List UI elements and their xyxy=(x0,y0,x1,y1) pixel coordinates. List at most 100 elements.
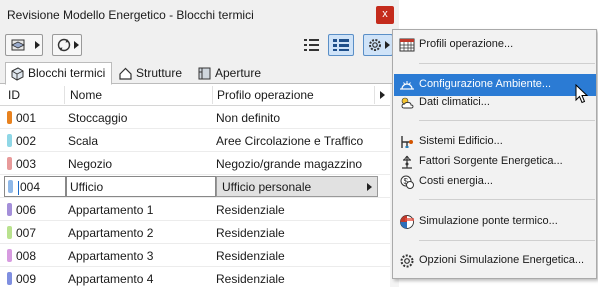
gear-icon xyxy=(400,254,414,268)
color-swatch xyxy=(7,157,12,170)
thermal-blocks-table: ID Nome Profilo operazione 001 Stoccaggio… xyxy=(0,84,390,287)
row-name[interactable]: Appartamento 2 xyxy=(68,226,153,240)
money-icon: $ xyxy=(400,175,414,189)
settings-dropdown-menu: Profili operazione... Configurazione Amb… xyxy=(392,29,597,279)
list-view-icon xyxy=(304,39,319,51)
energy-source-icon xyxy=(402,155,412,169)
menu-item-climate-data[interactable]: Dati climatici... xyxy=(394,92,596,114)
refresh-dropdown-button[interactable] xyxy=(52,34,82,56)
toolbar xyxy=(0,30,399,60)
row-name[interactable]: Ufficio xyxy=(70,180,103,194)
row-name[interactable]: Appartamento 3 xyxy=(68,249,153,263)
id-cell-editor[interactable]: 004 xyxy=(4,176,66,197)
color-swatch xyxy=(7,111,12,124)
menu-item-energy-source-factors[interactable]: Fattori Sorgente Energetica... xyxy=(394,151,596,173)
menu-item-thermal-bridge-simulation[interactable]: Simulazione ponte termico... xyxy=(394,211,596,233)
table-row[interactable]: 007 Appartamento 2 Residenziale xyxy=(0,221,390,244)
column-header-name[interactable]: Nome xyxy=(70,88,102,102)
menu-item-label: Fattori Sorgente Energetica... xyxy=(419,155,563,167)
thermal-block-icon xyxy=(11,67,24,81)
row-profile[interactable]: Residenziale xyxy=(216,226,285,240)
column-header-profile[interactable]: Profilo operazione xyxy=(217,88,314,102)
tab-label: Strutture xyxy=(136,66,183,80)
menu-item-label: Opzioni Simulazione Energetica... xyxy=(419,254,585,266)
row-id[interactable]: 001 xyxy=(16,111,36,125)
tab-bar: Blocchi termici Strutture Aperture xyxy=(0,60,399,85)
settings-dropdown-button[interactable] xyxy=(363,34,393,56)
color-swatch xyxy=(7,272,12,285)
table-row[interactable]: 004 Ufficio Ufficio personale xyxy=(0,175,390,198)
column-header-id[interactable]: ID xyxy=(8,88,20,102)
row-name[interactable]: Appartamento 1 xyxy=(68,203,153,217)
row-profile[interactable]: Non definito xyxy=(216,111,280,125)
table-row[interactable]: 003 Negozio Negozio/grande magazzino xyxy=(0,152,390,175)
row-profile[interactable]: Residenziale xyxy=(216,249,285,263)
name-cell-editor[interactable]: Ufficio xyxy=(66,176,216,197)
row-id[interactable]: 003 xyxy=(16,157,36,171)
menu-separator xyxy=(419,63,595,64)
table-row[interactable]: 006 Appartamento 1 Residenziale xyxy=(0,198,390,221)
row-id[interactable]: 004 xyxy=(20,180,40,194)
3d-model-icon xyxy=(11,39,25,51)
row-profile[interactable]: Residenziale xyxy=(216,272,285,286)
row-name[interactable]: Scala xyxy=(68,134,98,148)
tab-structures[interactable]: Strutture xyxy=(113,62,189,84)
model-view-dropdown-button[interactable] xyxy=(5,34,43,56)
color-swatch xyxy=(7,203,12,216)
building-systems-icon xyxy=(401,136,413,148)
profile-dropdown[interactable]: Ufficio personale xyxy=(216,176,378,197)
table-header: ID Nome Profilo operazione xyxy=(0,84,390,106)
table-body: 001 Stoccaggio Non definito 002 Scala Aree Ci… xyxy=(0,106,390,287)
calendar-grid-icon xyxy=(399,38,415,52)
menu-item-energy-costs[interactable]: $ Costi energia... xyxy=(394,171,596,193)
color-swatch xyxy=(7,249,12,262)
row-profile[interactable]: Aree Circolazione e Traffico xyxy=(216,134,363,148)
menu-item-energy-simulation-options[interactable]: Opzioni Simulazione Energetica... xyxy=(394,250,596,272)
tab-label: Aperture xyxy=(215,66,262,80)
row-name[interactable]: Appartamento 4 xyxy=(68,272,153,286)
tab-label: Blocchi termici xyxy=(28,66,106,80)
menu-item-operation-profiles[interactable]: Profili operazione... xyxy=(394,34,596,56)
menu-separator xyxy=(419,199,595,200)
dropdown-arrow-icon[interactable] xyxy=(367,183,372,191)
house-structure-icon xyxy=(119,67,132,80)
menu-item-building-systems[interactable]: Sistemi Edificio... xyxy=(394,131,596,153)
mouse-pointer-icon xyxy=(575,84,589,104)
weather-icon xyxy=(401,97,414,109)
row-profile: Ufficio personale xyxy=(222,180,312,194)
gear-icon xyxy=(369,39,381,51)
close-button[interactable]: x xyxy=(376,6,394,24)
row-id[interactable]: 009 xyxy=(16,272,36,286)
table-row[interactable]: 001 Stoccaggio Non definito xyxy=(0,106,390,129)
color-swatch xyxy=(8,180,13,193)
row-id[interactable]: 002 xyxy=(16,134,36,148)
menu-separator xyxy=(419,120,595,121)
text-caret xyxy=(18,181,19,195)
environment-icon xyxy=(400,81,414,90)
menu-item-label: Sistemi Edificio... xyxy=(419,135,503,147)
row-profile[interactable]: Residenziale xyxy=(216,203,285,217)
list-view-button[interactable] xyxy=(300,34,324,56)
window-opening-icon xyxy=(198,67,211,80)
tab-thermal-blocks[interactable]: Blocchi termici xyxy=(5,62,113,85)
row-name[interactable]: Stoccaggio xyxy=(68,111,127,125)
columns-more-arrow-icon[interactable] xyxy=(380,91,385,99)
table-row[interactable]: 009 Appartamento 4 Residenziale xyxy=(0,267,390,287)
row-name[interactable]: Negozio xyxy=(68,157,112,171)
energy-model-review-window: Revisione Modello Energetico - Blocchi t… xyxy=(0,0,399,287)
table-row[interactable]: 002 Scala Aree Circolazione e Traffico xyxy=(0,129,390,152)
detail-list-icon xyxy=(333,39,349,51)
window-title: Revisione Modello Energetico - Blocchi t… xyxy=(7,8,254,22)
menu-item-label: Dati climatici... xyxy=(419,96,490,108)
detail-view-button[interactable] xyxy=(328,34,354,56)
tab-openings[interactable]: Aperture xyxy=(192,62,268,84)
thermal-bridge-icon xyxy=(400,215,414,229)
table-row[interactable]: 008 Appartamento 3 Residenziale xyxy=(0,244,390,267)
row-id[interactable]: 008 xyxy=(16,249,36,263)
menu-item-label: Profili operazione... xyxy=(419,38,514,50)
color-swatch xyxy=(7,134,12,147)
row-profile[interactable]: Negozio/grande magazzino xyxy=(216,157,362,171)
row-id[interactable]: 006 xyxy=(16,203,36,217)
menu-item-label: Configurazione Ambiente... xyxy=(419,78,552,90)
row-id[interactable]: 007 xyxy=(16,226,36,240)
